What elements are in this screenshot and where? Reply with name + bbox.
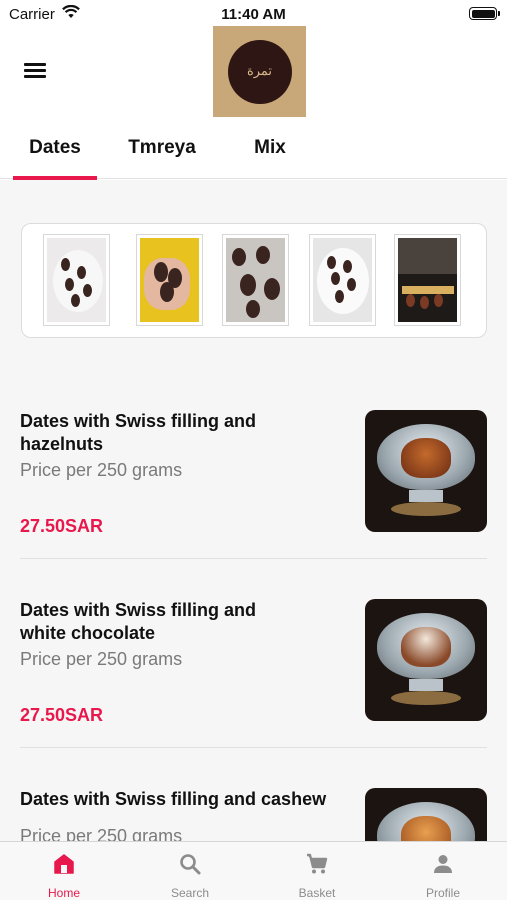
product-image[interactable] [365,788,487,841]
person-icon [434,855,452,873]
bottom-tab-bar: Home Search Basket Profile [0,841,507,900]
tab-profile[interactable]: Profile [380,842,506,900]
image-carousel[interactable] [21,223,487,338]
product-unit: Price per 250 grams [20,460,183,480]
carousel-image[interactable] [394,234,461,326]
search-icon [180,854,201,875]
product-name: Dates with Swiss filling and hazelnuts [20,411,257,454]
logo-text: تمرة [246,64,273,79]
brand-logo: تمرة [213,26,306,117]
product-image[interactable] [365,410,487,532]
hamburger-icon [24,63,46,66]
status-bar: Carrier 11:40 AM [0,0,507,26]
tab-basket-label: Basket [298,886,336,900]
carousel-image[interactable] [136,234,203,326]
tab-search-label: Search [170,886,210,900]
header: تمرة [0,24,507,120]
tab-search[interactable]: Search [127,842,253,900]
tab-dates[interactable]: Dates [13,125,97,180]
product-list[interactable]: Dates with Swiss filling and hazelnuts P… [0,180,507,841]
product-card[interactable]: Dates with Swiss filling and white choco… [0,559,507,748]
tab-basket[interactable]: Basket [254,842,380,900]
clock: 11:40 AM [221,6,286,23]
carousel-image[interactable] [309,234,376,326]
carousel-image[interactable] [222,234,289,326]
logo-mark: تمرة [227,39,292,104]
product-image[interactable] [365,599,487,721]
category-tabs: Dates Tmreya Mix [0,125,507,180]
cart-icon [307,853,328,874]
product-name: Dates with Swiss filling and cashew [20,789,327,809]
menu-button[interactable] [22,60,48,82]
tab-tmreya[interactable]: Tmreya [120,125,204,179]
tab-home-label: Home [47,886,80,900]
battery-icon [469,7,500,20]
product-card[interactable]: Dates with Swiss filling and hazelnuts P… [0,370,507,559]
tab-profile-label: Profile [425,886,460,900]
carousel-image[interactable] [43,234,110,326]
product-price: 27.50SAR [20,516,104,536]
tab-home[interactable]: Home [1,842,127,900]
product-unit: Price per 250 grams [20,826,183,841]
tab-mix[interactable]: Mix [228,125,312,179]
home-icon [54,854,74,874]
product-price: 27.50SAR [20,705,104,725]
product-card[interactable]: Dates with Swiss filling and cashew Pric… [0,748,507,841]
product-unit: Price per 250 grams [20,649,183,669]
product-name: Dates with Swiss filling and white choco… [20,600,257,643]
